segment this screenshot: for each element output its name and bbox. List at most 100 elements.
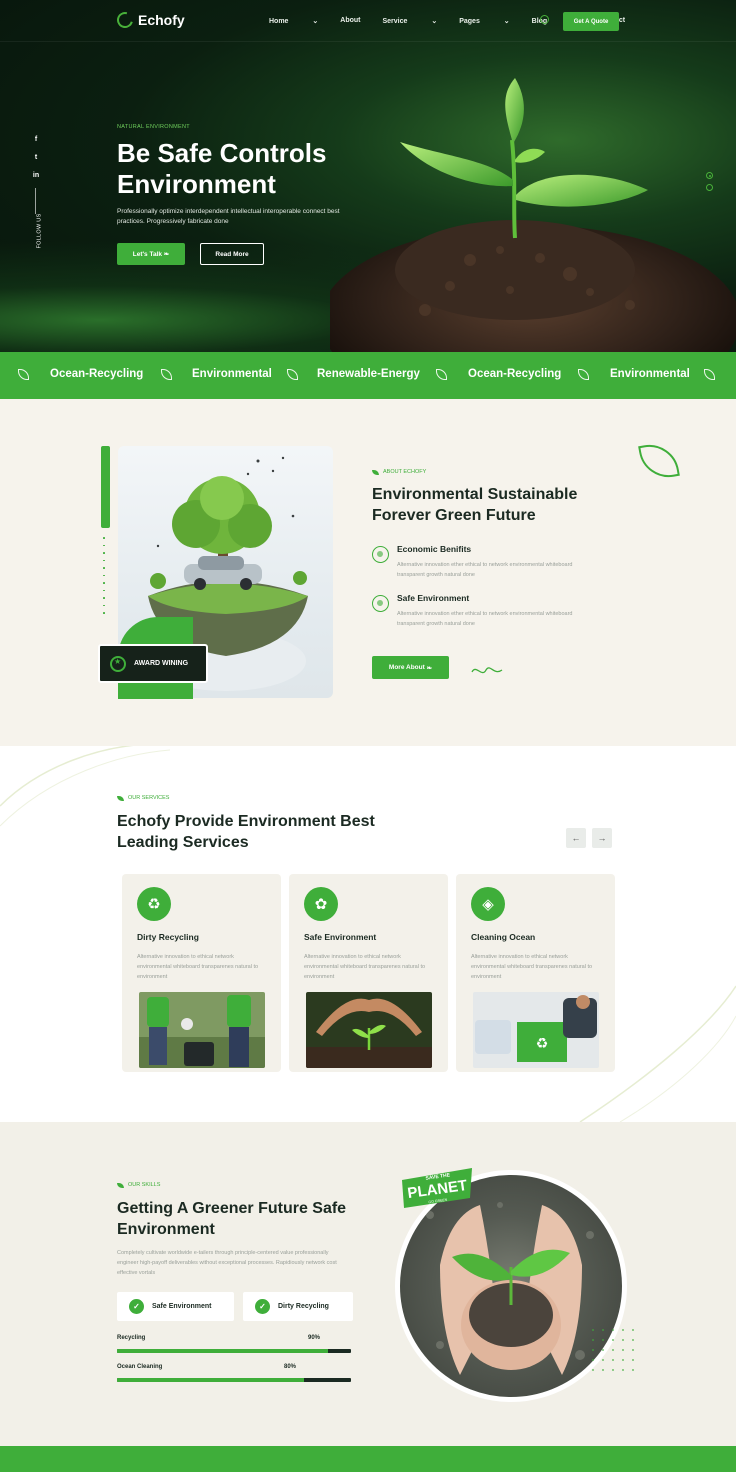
service-card[interactable]: ◈ Cleaning Ocean Alternative innovation … [456, 874, 615, 1072]
progress-track [117, 1378, 351, 1382]
skill-pill-label: Safe Environment [152, 1303, 212, 1310]
leaf-icon [18, 369, 29, 380]
services-section: OUR SERVICES Echofy Provide Environment … [0, 746, 736, 1122]
seedling-illustration [330, 78, 736, 352]
marquee-strip: Ocean-Recycling Environmental Renewable-… [0, 352, 736, 399]
follow-us-label: FOLLOW US [36, 213, 43, 249]
skills-section: OUR SKILLS Getting A Greener Future Safe… [0, 1122, 736, 1446]
skills-kicker-text: OUR SKILLS [128, 1182, 161, 1188]
service-card[interactable]: ✿ Safe Environment Alternative innovatio… [289, 874, 448, 1072]
about-title: Environmental Sustainable Forever Green … [372, 486, 578, 524]
recycle-icon: ♻ [137, 887, 171, 921]
search-icon[interactable] [540, 15, 549, 24]
globe-hand-icon [372, 595, 389, 612]
services-kicker-text: OUR SERVICES [128, 795, 170, 801]
more-about-label: More About [388, 664, 425, 671]
progress-percent: 90% [308, 1335, 321, 1341]
nav-pages[interactable]: Pages ⌄ [459, 17, 509, 25]
follow-divider [35, 188, 36, 214]
leaf-icon [704, 369, 715, 380]
dot-grid-decoration [592, 1329, 634, 1371]
nav-service-label: Service [382, 18, 408, 25]
hero-section: Echofy Home ⌄ About Service ⌄ Pages ⌄ Bl… [0, 0, 736, 352]
prev-arrow-button[interactable]: ← [566, 828, 586, 848]
progress-percent: 80% [284, 1364, 297, 1370]
feature-description: Alternative innovation ether ethical to … [397, 562, 573, 578]
leaf-icon [287, 369, 298, 380]
hero-description: Professionally optimize interdependent i… [117, 208, 340, 225]
nav-home-label: Home [269, 18, 289, 25]
hero-kicker: NATURAL ENVIRONMENT [117, 124, 190, 130]
feature-title: Economic Benifits [397, 544, 472, 554]
about-kicker: ABOUT ECHOFY [372, 469, 426, 475]
leaf-icon [578, 369, 589, 380]
brand-logo[interactable]: Echofy [114, 9, 185, 31]
slider-dot[interactable] [706, 184, 713, 191]
slider-dot-active[interactable] [706, 172, 713, 179]
service-card[interactable]: ♻ Dirty Recycling Alternative innovation… [122, 874, 281, 1072]
water-drop-icon: ◈ [471, 887, 505, 921]
more-about-button[interactable]: More About ❧ [372, 656, 449, 679]
skill-pill-label: Dirty Recycling [278, 1303, 329, 1310]
nav-home[interactable]: Home ⌄ [269, 17, 318, 25]
service-card-title: Safe Environment [304, 932, 377, 942]
marquee-item: Environmental [192, 368, 272, 380]
nav-about[interactable]: About [340, 17, 360, 25]
progress-label: Ocean Cleaning [117, 1364, 163, 1370]
skills-description: Completely cultivate worldwide e-tailers… [117, 1250, 337, 1276]
marquee-item: Ocean-Recycling [50, 368, 144, 380]
leaf-outline-icon [638, 440, 680, 482]
top-nav: Echofy Home ⌄ About Service ⌄ Pages ⌄ Bl… [0, 0, 736, 42]
facebook-icon[interactable]: f [31, 136, 41, 143]
skill-pill: ✓ Safe Environment [117, 1292, 234, 1321]
dot-pattern [103, 537, 111, 620]
progress-fill [117, 1378, 305, 1382]
marquee-item: Renewable-Energy [317, 368, 420, 380]
skills-kicker: OUR SKILLS [117, 1182, 160, 1188]
leaf-icon [117, 1182, 124, 1188]
leaf-icon: ❧ [426, 664, 433, 672]
services-title: Echofy Provide Environment Best Leading … [117, 813, 375, 851]
logo-mark-icon [114, 9, 136, 31]
skills-title: Getting A Greener Future Safe Environmen… [117, 1200, 347, 1238]
service-card-image: ♻ [473, 992, 599, 1068]
nav-service[interactable]: Service ⌄ [382, 17, 437, 25]
progress-track [117, 1349, 351, 1353]
service-card-description: Alternative innovation to ethical networ… [304, 954, 426, 980]
squiggle-decoration [471, 667, 503, 674]
leaf-icon [436, 369, 447, 380]
hand-plant-icon: ✿ [304, 887, 338, 921]
leaf-icon [372, 469, 379, 475]
service-card-title: Cleaning Ocean [471, 932, 536, 942]
hero-title: Be Safe Controls Environment [117, 138, 327, 199]
award-label: AWARD WINING [134, 660, 189, 667]
progress-label: Recycling [117, 1335, 146, 1341]
marquee-item: Ocean-Recycling [468, 368, 562, 380]
linkedin-icon[interactable]: in [31, 172, 41, 179]
service-card-image [139, 992, 265, 1068]
read-more-button[interactable]: Read More [200, 243, 264, 265]
about-section: AWARD WINING ABOUT ECHOFY Environmental … [0, 399, 736, 746]
next-arrow-button[interactable]: → [592, 828, 612, 848]
marquee-item: Environmental [610, 368, 690, 380]
lets-talk-button[interactable]: Let's Talk ❧ [117, 243, 185, 265]
coins-icon [372, 546, 389, 563]
leaf-icon: ❧ [163, 251, 170, 258]
brand-name: Echofy [138, 12, 185, 28]
twitter-icon[interactable]: t [31, 154, 41, 161]
award-badge: AWARD WINING [98, 644, 208, 683]
check-icon: ✓ [255, 1299, 270, 1314]
service-card-title: Dirty Recycling [137, 932, 199, 942]
service-card-description: Alternative innovation to ethical networ… [471, 954, 593, 980]
about-kicker-text: ABOUT ECHOFY [383, 469, 427, 475]
services-kicker: OUR SERVICES [117, 795, 169, 801]
get-quote-button[interactable]: Get A Quote [563, 12, 619, 31]
leaf-icon [117, 795, 124, 801]
footer-band [0, 1446, 736, 1472]
award-icon [110, 655, 126, 672]
service-card-description: Alternative innovation to ethical networ… [137, 954, 259, 980]
leaf-icon [161, 369, 172, 380]
check-icon: ✓ [129, 1299, 144, 1314]
nav-pages-label: Pages [459, 18, 480, 25]
feature-description: Alternative innovation ether ethical to … [397, 611, 573, 627]
